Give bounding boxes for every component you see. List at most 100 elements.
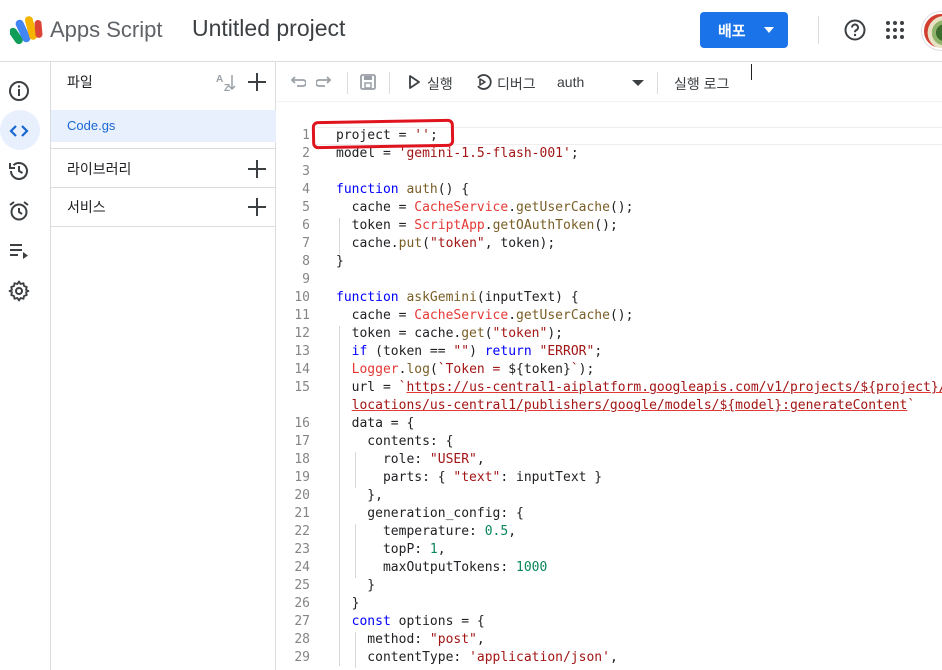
code-text: parts: { "text": inputText }	[336, 470, 603, 485]
function-select[interactable]: auth	[557, 74, 584, 90]
left-rail	[0, 62, 50, 670]
line-number: 22	[294, 524, 310, 539]
executions-icon[interactable]	[7, 239, 31, 263]
code-line[interactable]: 23 topP: 1,	[276, 541, 942, 559]
code-text: }	[336, 596, 360, 611]
libraries-label: 라이브러리	[67, 161, 132, 177]
code-line[interactable]: 18 role: "USER",	[276, 451, 942, 469]
line-number: 8	[302, 254, 310, 269]
toolbar-divider	[389, 72, 390, 94]
deploy-button-label: 배포	[718, 22, 746, 40]
code-line[interactable]: 6 token = ScriptApp.getOAuthToken();	[276, 217, 942, 235]
code-line[interactable]: 20 },	[276, 487, 942, 505]
history-icon[interactable]	[7, 159, 31, 183]
line-number: 29	[294, 650, 310, 665]
code-text: token = cache.get("token");	[336, 326, 563, 341]
svg-text:A: A	[216, 74, 223, 85]
chevron-down-icon	[764, 27, 774, 33]
libraries-section-header[interactable]: 라이브러리	[51, 149, 276, 187]
line-number: 4	[302, 182, 310, 197]
code-line[interactable]: 8}	[276, 253, 942, 271]
code-icon[interactable]	[7, 119, 31, 143]
add-library-icon[interactable]	[248, 160, 266, 178]
code-line[interactable]: 4 function auth() {	[276, 181, 942, 199]
line-number: 17	[294, 434, 310, 449]
line-number: 19	[294, 470, 310, 485]
code-line[interactable]: 9	[276, 271, 942, 289]
file-item-code-gs[interactable]: Code.gs	[51, 110, 276, 142]
line-number: 1	[302, 128, 310, 143]
play-icon[interactable]	[407, 74, 421, 90]
code-line[interactable]: 22 temperature: 0.5,	[276, 523, 942, 541]
code-text: const options = {	[351, 614, 485, 629]
info-icon[interactable]	[7, 79, 31, 103]
text-cursor	[751, 64, 752, 80]
code-line[interactable]: 19 parts: { "text": inputText }	[276, 469, 942, 487]
line-number: 23	[294, 542, 310, 557]
line-number: 28	[294, 632, 310, 647]
code-text: role: "USER",	[336, 452, 485, 467]
toolbar-divider	[657, 72, 658, 94]
help-icon[interactable]	[844, 19, 866, 41]
save-icon[interactable]	[359, 73, 377, 91]
deploy-button[interactable]: 배포	[700, 12, 788, 48]
code-line[interactable]: 5 cache = CacheService.getUserCache();	[276, 199, 942, 217]
undo-icon[interactable]	[288, 73, 306, 91]
code-text: cache.put("token", token);	[336, 236, 556, 251]
code-text: contents: {	[336, 434, 454, 449]
line-number: 20	[294, 488, 310, 503]
services-section-header[interactable]: 서비스	[51, 188, 276, 226]
code-text: contentType: 'application/json',	[336, 650, 618, 665]
code-text: if (token == "") return "ERROR";	[351, 344, 603, 359]
code-line[interactable]: 21 generation_config: {	[276, 505, 942, 523]
google-apps-icon[interactable]	[885, 20, 905, 40]
code-editor[interactable]: 1 project = ''; 2 model = 'gemini-1.5-flash…	[276, 102, 942, 670]
line-number: 21	[294, 506, 310, 521]
code-line[interactable]: 27 const options = {	[276, 613, 942, 631]
execution-log-button[interactable]: 실행 로그	[674, 74, 729, 94]
chevron-down-icon[interactable]	[632, 80, 644, 86]
red-highlight-annotation	[311, 118, 455, 150]
avatar[interactable]	[922, 12, 942, 50]
code-line[interactable]: 14 Logger.log(`Token = ${token}`);	[276, 361, 942, 379]
run-button[interactable]: 실행	[427, 74, 453, 94]
files-label: 파일	[67, 74, 93, 90]
code-line[interactable]: 24 maxOutputTokens: 1000	[276, 559, 942, 577]
line-number: 3	[302, 164, 310, 179]
code-text: cache = CacheService.getUserCache();	[336, 308, 634, 323]
code-line[interactable]: 17 contents: {	[276, 433, 942, 451]
line-number: 5	[302, 200, 310, 215]
redo-icon[interactable]	[316, 73, 334, 91]
code-line[interactable]: 26 }	[276, 595, 942, 613]
toolbar-divider	[347, 72, 348, 94]
add-service-icon[interactable]	[248, 198, 266, 216]
editor-toolbar: 실행 디버그 auth 실행 로그	[276, 62, 942, 102]
code-line[interactable]: 16 data = {	[276, 415, 942, 433]
line-number: 7	[302, 236, 310, 251]
line-number: 25	[294, 578, 310, 593]
sort-az-icon[interactable]: A Z	[215, 72, 237, 92]
code-line[interactable]: 12 token = cache.get("token");	[276, 325, 942, 343]
code-text: function auth() {	[336, 182, 470, 197]
app-name: Apps Script	[50, 17, 163, 42]
code-line[interactable]: 29 contentType: 'application/json',	[276, 649, 942, 667]
project-title[interactable]: Untitled project	[192, 15, 345, 42]
code-line[interactable]: 15 url = `https://us-central1-aiplatform…	[276, 379, 942, 397]
code-line[interactable]: 10 function askGemini(inputText) {	[276, 289, 942, 307]
debug-button[interactable]: 디버그	[497, 74, 536, 94]
debug-icon[interactable]	[474, 73, 492, 91]
code-line[interactable]: 7 cache.put("token", token);	[276, 235, 942, 253]
code-text: }	[336, 254, 344, 269]
code-line[interactable]: 3	[276, 163, 942, 181]
code-line[interactable]: 25 }	[276, 577, 942, 595]
code-line[interactable]: 13 if (token == "") return "ERROR";	[276, 343, 942, 361]
code-text: method: "post",	[336, 632, 485, 647]
code-line[interactable]: 28 method: "post",	[276, 631, 942, 649]
code-line[interactable]: locations/us-central1/publishers/google/…	[276, 397, 942, 415]
add-file-icon[interactable]	[248, 73, 266, 91]
header-divider	[818, 16, 819, 44]
settings-icon[interactable]	[7, 279, 31, 303]
code-line[interactable]: 11 cache = CacheService.getUserCache();	[276, 307, 942, 325]
alarm-icon[interactable]	[7, 199, 31, 223]
code-text: temperature: 0.5,	[336, 524, 517, 539]
